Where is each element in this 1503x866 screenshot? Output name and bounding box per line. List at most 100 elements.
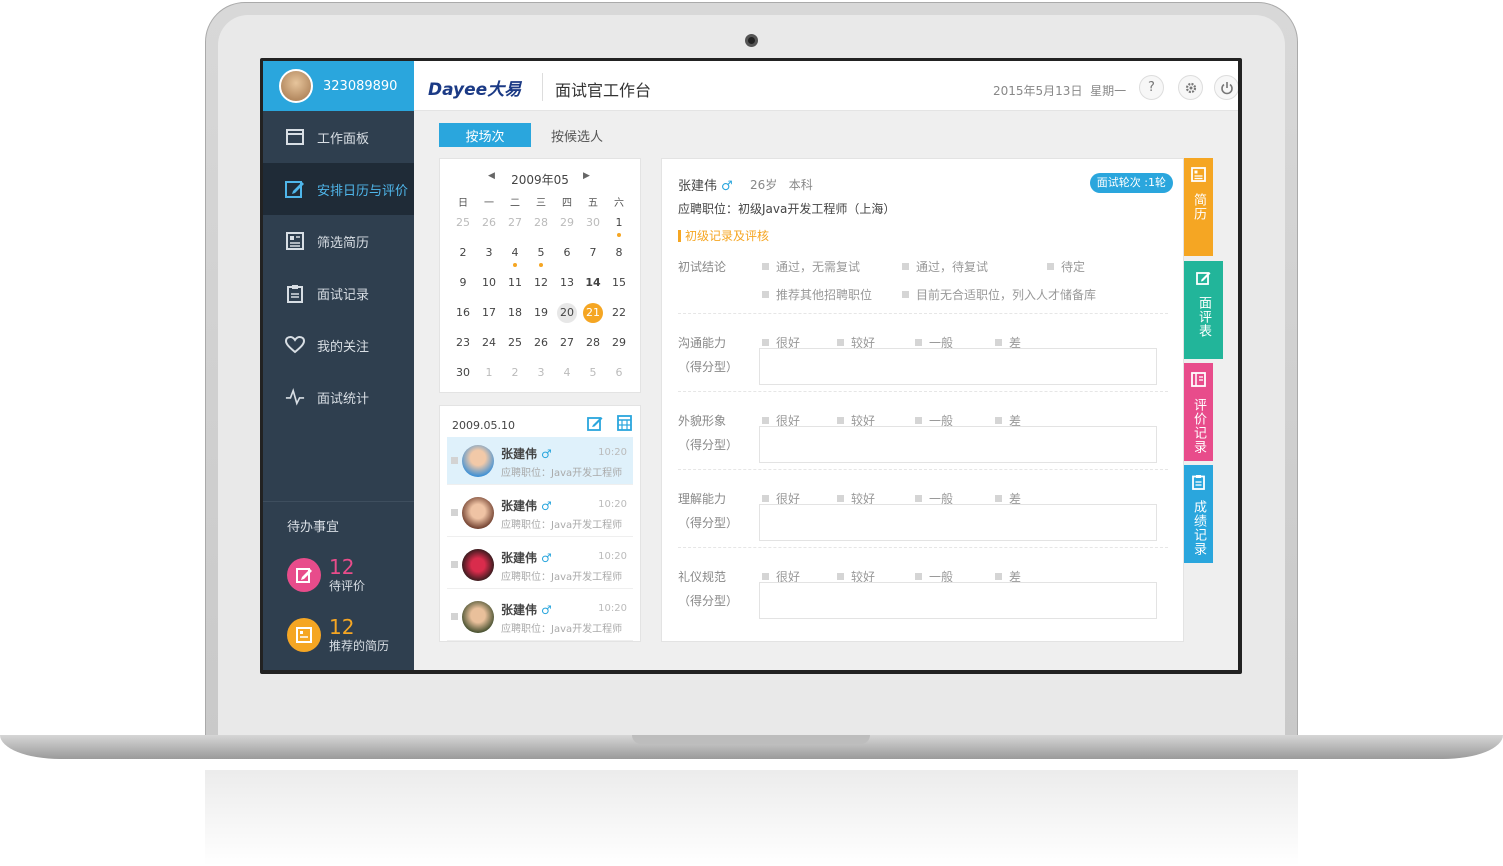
todo-recommended-resume[interactable]: 12 推荐的简历: [287, 605, 414, 665]
edit-icon: [285, 179, 305, 199]
radio-icon: [902, 263, 909, 270]
calendar-day[interactable]: 16: [450, 303, 476, 333]
comment-textarea[interactable]: [759, 426, 1157, 463]
checkbox[interactable]: [451, 509, 458, 516]
list-item[interactable]: 张建伟 ♂ 10:20 应聘职位：Java开发工程师: [447, 541, 633, 589]
calendar-day[interactable]: 1: [606, 213, 632, 243]
sidebar-item-favorites[interactable]: 我的关注: [263, 319, 414, 371]
calendar-day[interactable]: 18: [502, 303, 528, 333]
calendar-day[interactable]: 7: [580, 243, 606, 273]
sidebar-item-dashboard[interactable]: 工作面板: [263, 111, 414, 163]
checkbox[interactable]: [451, 561, 458, 568]
calendar-day[interactable]: 1: [476, 363, 502, 393]
calendar-day[interactable]: 14: [580, 273, 606, 303]
calendar-day[interactable]: 2: [502, 363, 528, 393]
calendar-day[interactable]: 26: [476, 213, 502, 243]
sidebar-item-stats[interactable]: 面试统计: [263, 371, 414, 423]
calendar-day[interactable]: 5: [580, 363, 606, 393]
calendar-day[interactable]: 20: [554, 303, 580, 333]
calendar-day[interactable]: 30: [580, 213, 606, 243]
calendar-day[interactable]: 29: [554, 213, 580, 243]
calendar-week: 2 3 4 5 6 7 8: [450, 243, 632, 273]
calendar-day[interactable]: 2: [450, 243, 476, 273]
edit-icon: [1195, 269, 1212, 286]
tab-by-session[interactable]: 按场次: [439, 123, 531, 147]
calendar-day[interactable]: 29: [606, 333, 632, 363]
checkbox[interactable]: [451, 457, 458, 464]
logout-button[interactable]: [1214, 75, 1238, 100]
calendar-day[interactable]: 3: [476, 243, 502, 273]
checkbox[interactable]: [451, 613, 458, 620]
calendar-day[interactable]: 21: [580, 303, 606, 333]
avatar[interactable]: [279, 69, 313, 103]
list-item[interactable]: 张建伟 ♂ 10:20 应聘职位：Java开发工程师: [447, 593, 633, 641]
list-item[interactable]: 张建伟 ♂ 10:20 应聘职位：Java开发工程师: [447, 489, 633, 537]
round-badge: 面试轮次 :1轮: [1089, 173, 1173, 193]
tab-by-candidate[interactable]: 按候选人: [531, 123, 623, 147]
radio-icon: [902, 291, 909, 298]
conclusion-option[interactable]: 通过，待复试: [902, 258, 988, 275]
conclusion-option[interactable]: 目前无合适职位，列入人才储备库: [902, 286, 1096, 303]
side-tab-score-records[interactable]: 成绩记录: [1184, 465, 1213, 563]
calendar-day[interactable]: 26: [528, 333, 554, 363]
todo-pending-review[interactable]: 12 待评价: [287, 545, 414, 605]
calendar-day[interactable]: 12: [528, 273, 554, 303]
power-icon: [1220, 81, 1233, 94]
calendar-day[interactable]: 3: [528, 363, 554, 393]
conclusion-option[interactable]: 待定: [1047, 258, 1085, 275]
calendar-day[interactable]: 27: [554, 333, 580, 363]
conclusion-option[interactable]: 通过，无需复试: [762, 258, 860, 275]
calendar-day[interactable]: 13: [554, 273, 580, 303]
schedule-date: 2009.05.10: [452, 419, 515, 432]
calendar-day[interactable]: 27: [502, 213, 528, 243]
user-bar[interactable]: 323089890: [263, 61, 414, 111]
logo[interactable]: Dayee大易: [428, 75, 521, 100]
current-date: 2015年5月13日 星期一: [993, 82, 1126, 99]
male-icon: ♂: [541, 603, 552, 617]
calendar-day[interactable]: 28: [528, 213, 554, 243]
list-item[interactable]: 张建伟 ♂ 10:20 应聘职位：Java开发工程师: [447, 437, 633, 485]
calendar-day[interactable]: 9: [450, 273, 476, 303]
calendar-day[interactable]: 10: [476, 273, 502, 303]
calendar-day[interactable]: 6: [606, 363, 632, 393]
comment-textarea[interactable]: [759, 582, 1157, 619]
sidebar-item-calendar[interactable]: 安排日历与评价: [263, 163, 414, 215]
avatar: [462, 445, 494, 477]
calendar-day[interactable]: 4: [554, 363, 580, 393]
reflection: [205, 770, 1298, 866]
calendar-day[interactable]: 25: [450, 213, 476, 243]
calendar-day[interactable]: 19: [528, 303, 554, 333]
side-tab-resume[interactable]: 简历: [1184, 158, 1213, 256]
calendar-day[interactable]: 28: [580, 333, 606, 363]
avatar: [462, 549, 494, 581]
calendar-day[interactable]: 15: [606, 273, 632, 303]
calendar-day[interactable]: 4: [502, 243, 528, 273]
calendar-day[interactable]: 30: [450, 363, 476, 393]
calendar-day[interactable]: 5: [528, 243, 554, 273]
comment-textarea[interactable]: [759, 348, 1157, 385]
calendar-day[interactable]: 25: [502, 333, 528, 363]
day-number: 30: [456, 366, 470, 379]
calendar-day[interactable]: 22: [606, 303, 632, 333]
sidebar-item-resume[interactable]: 筛选简历: [263, 215, 414, 267]
calendar-day[interactable]: 6: [554, 243, 580, 273]
score-type-label: （得分型）: [678, 360, 739, 374]
calendar-day[interactable]: 8: [606, 243, 632, 273]
calendar-day[interactable]: 24: [476, 333, 502, 363]
settings-button[interactable]: [1178, 75, 1203, 100]
help-button[interactable]: ?: [1139, 75, 1164, 100]
side-tab-evaluation-form[interactable]: 面评表: [1184, 261, 1223, 359]
side-tab-evaluation-records[interactable]: 评价记录: [1184, 363, 1213, 461]
sidebar-item-records[interactable]: 面试记录: [263, 267, 414, 319]
calendar-day[interactable]: 17: [476, 303, 502, 333]
calculator-icon[interactable]: [615, 414, 633, 432]
calendar-day[interactable]: 23: [450, 333, 476, 363]
section-title: 初级记录及评核: [678, 230, 769, 242]
edit-icon[interactable]: [586, 414, 604, 432]
conclusion-option[interactable]: 推荐其他招聘职位: [762, 286, 872, 303]
comment-textarea[interactable]: [759, 504, 1157, 541]
calendar-day[interactable]: 11: [502, 273, 528, 303]
day-number: 11: [508, 276, 522, 289]
next-month-button[interactable]: ▶: [583, 171, 590, 181]
day-number: 12: [534, 276, 548, 289]
